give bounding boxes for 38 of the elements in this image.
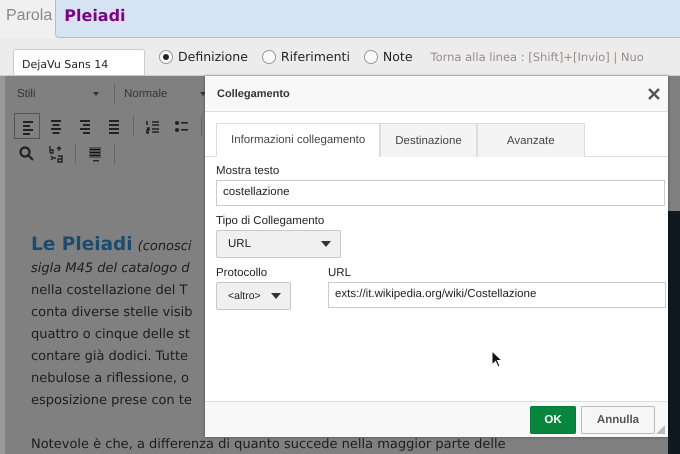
text-field[interactable]: costellazione bbox=[216, 180, 665, 206]
protocol-select[interactable]: <altro> bbox=[216, 282, 291, 310]
caret-icon bbox=[93, 92, 99, 96]
field-label: URL bbox=[328, 267, 352, 279]
align-left-icon[interactable] bbox=[14, 113, 40, 139]
word-label: Parola bbox=[5, 6, 54, 26]
entry-title: Pleiadi bbox=[64, 6, 126, 25]
mouse-pointer-icon bbox=[491, 350, 503, 368]
caret-icon bbox=[321, 241, 331, 247]
field-label: Mostra testo bbox=[216, 165, 280, 177]
heading-note: (conosci bbox=[138, 238, 192, 256]
article-line: esposizione prese con te bbox=[31, 392, 193, 410]
article-line: contare già dodici. Tutte bbox=[31, 348, 190, 366]
caret-icon bbox=[200, 92, 206, 96]
article-line: nebulose a riflessione, o bbox=[31, 370, 190, 388]
field-label: Protocollo bbox=[216, 267, 268, 279]
field-label: Tipo di Collegamento bbox=[216, 215, 326, 227]
cancel-button[interactable]: Annulla bbox=[581, 406, 655, 434]
close-icon[interactable] bbox=[648, 88, 660, 100]
hint-text: Torna alla linea : [Shift]+[Invio] | Nuo bbox=[430, 50, 644, 64]
ok-button[interactable]: OK bbox=[530, 406, 576, 434]
radio-option[interactable]: Riferimenti bbox=[262, 49, 350, 64]
dialog-tab[interactable]: Destinazione bbox=[380, 123, 477, 157]
font-field[interactable]: DejaVu Sans 14 bbox=[13, 48, 145, 74]
article-heading: Le Pleiadi bbox=[31, 234, 133, 256]
article-line: nella costellazione del T bbox=[31, 282, 188, 300]
article-line: quattro o cinque delle st bbox=[31, 326, 191, 344]
resize-grip-icon[interactable] bbox=[656, 425, 665, 434]
caret-icon bbox=[271, 293, 281, 299]
dialog-title: Collegamento bbox=[217, 88, 290, 100]
radio-option[interactable]: Definizione bbox=[159, 49, 248, 64]
url-field[interactable]: exts://it.wikipedia.org/wiki/Costellazione bbox=[328, 282, 666, 308]
dialog-tab[interactable]: Informazioni collegamento bbox=[216, 123, 380, 157]
radio-option[interactable]: Note bbox=[364, 49, 413, 64]
link-type-select[interactable]: URL bbox=[216, 230, 341, 258]
dialog-tab[interactable]: Avanzate bbox=[476, 123, 585, 157]
article-line: Notevole è che, a differenza di quanto succede nella maggior parte delle bbox=[31, 437, 506, 453]
article-line: conta diverse stelle visib bbox=[31, 304, 194, 322]
